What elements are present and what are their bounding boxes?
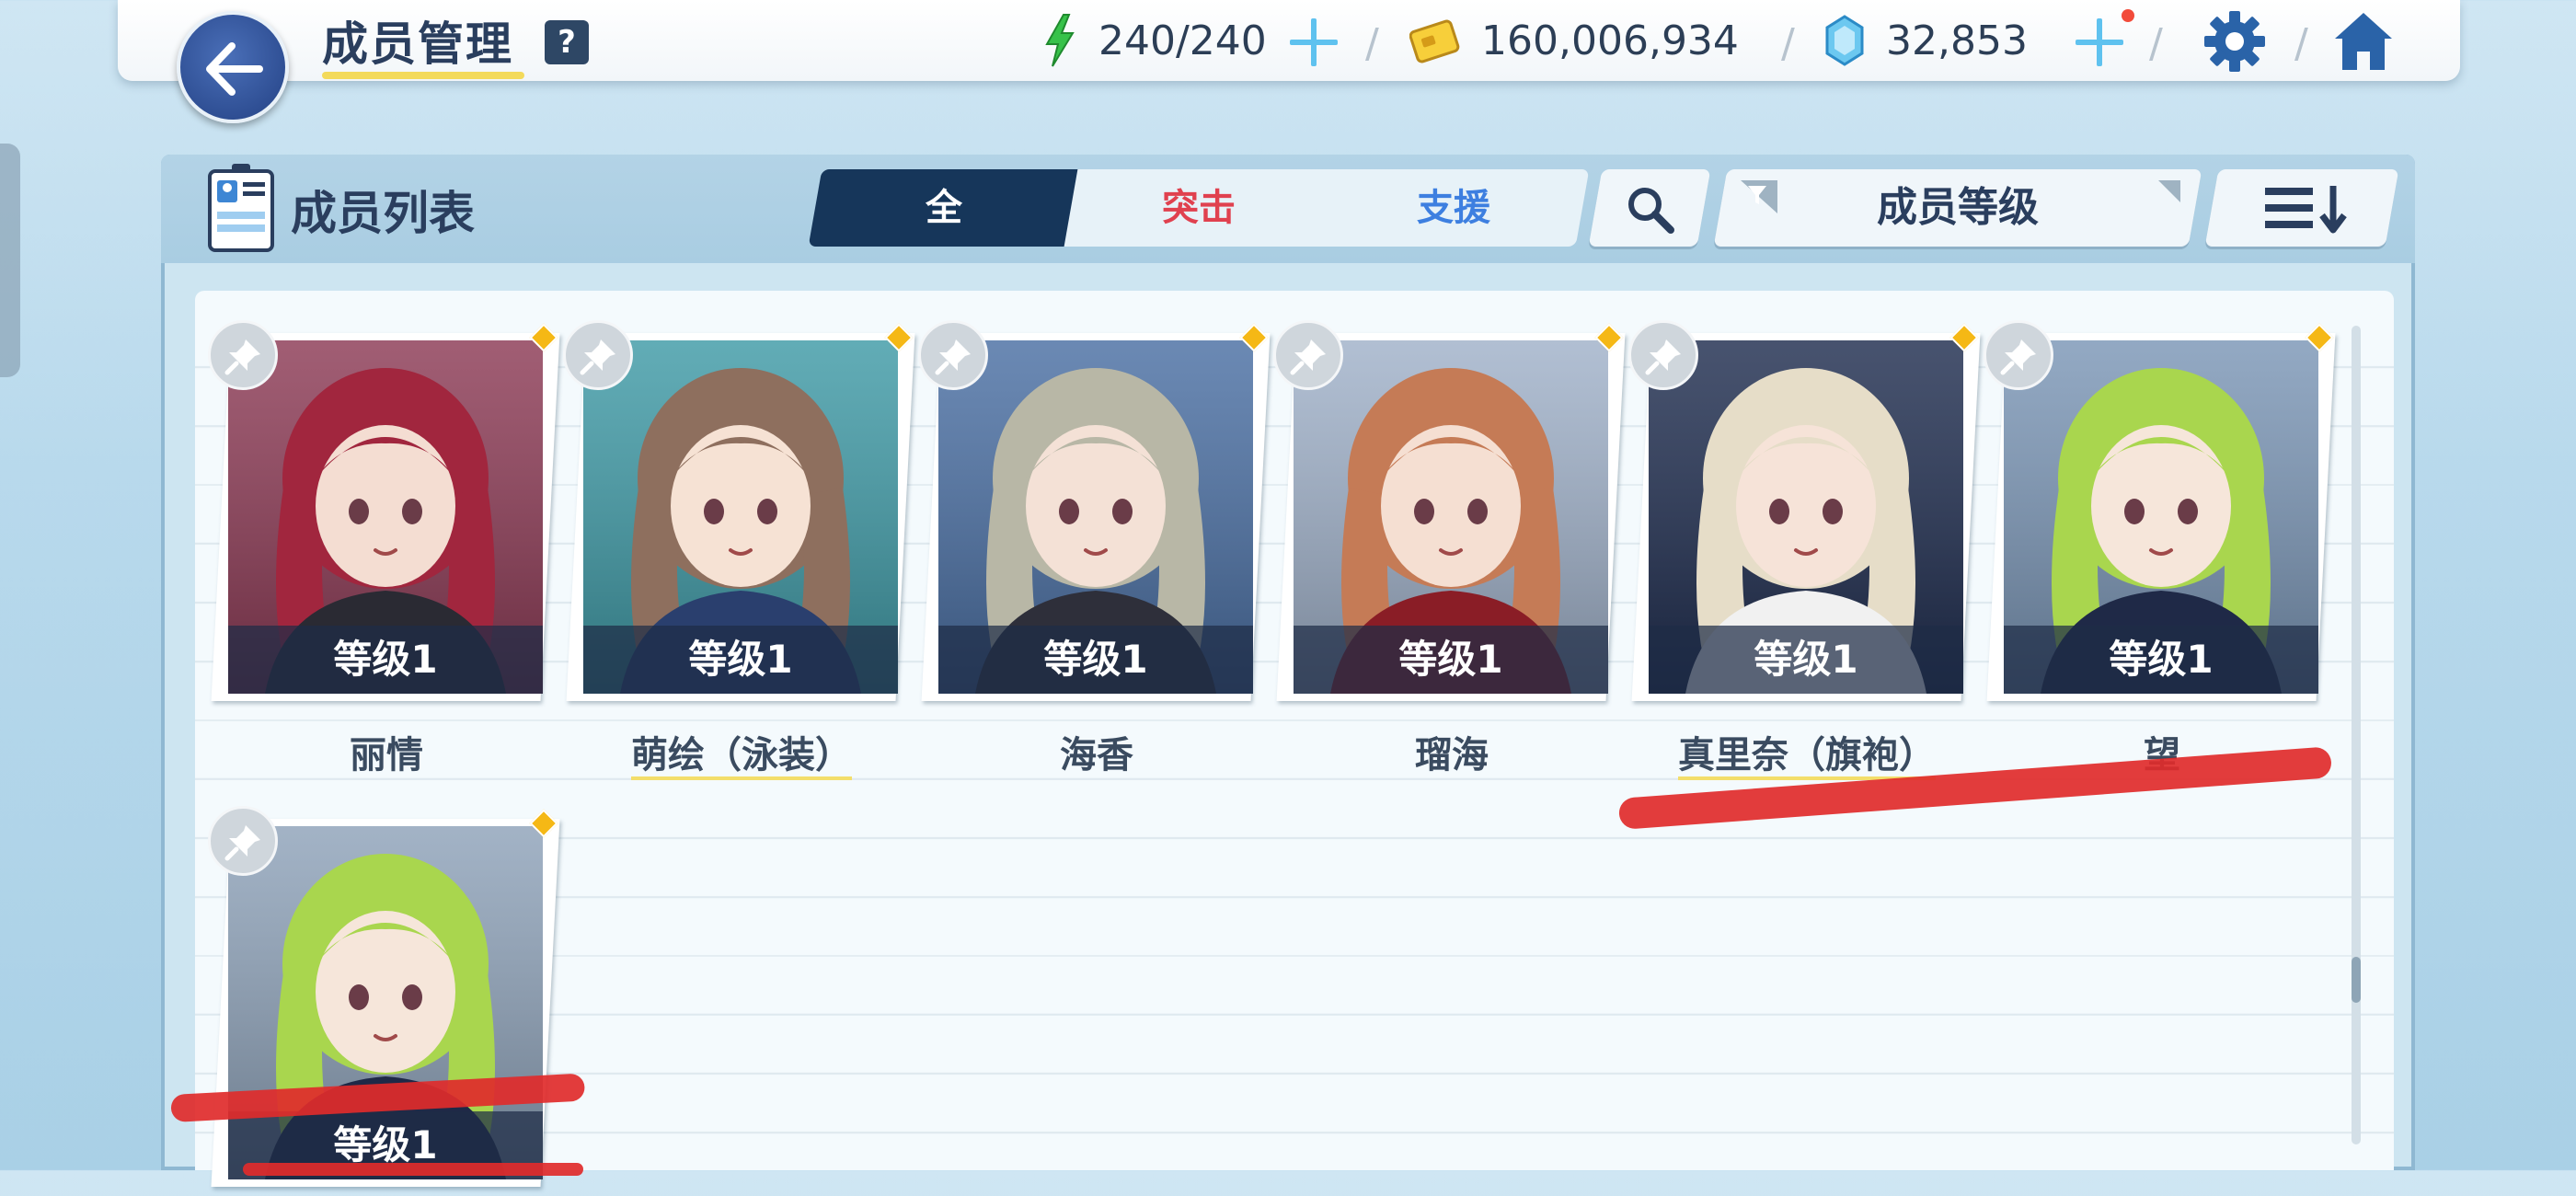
member-card[interactable]: 等级1 丽情 — [208, 320, 560, 776]
pin-icon — [2000, 339, 2036, 375]
filter-tab-label: 全 — [926, 187, 962, 229]
back-button[interactable] — [177, 11, 289, 123]
member-card[interactable]: 等级1 望 — [1984, 320, 2336, 776]
scrollbar-track[interactable] — [2352, 326, 2361, 1144]
stamina-value: 240/240 — [1098, 17, 1267, 64]
credits-value: 160,006,934 — [1481, 17, 1739, 64]
notification-dot — [2122, 9, 2134, 22]
pin-button[interactable] — [918, 320, 988, 390]
pin-button[interactable] — [1984, 320, 2053, 390]
sort-order-button[interactable] — [2204, 169, 2399, 247]
stamina-bolt-icon — [1045, 14, 1075, 67]
filter-tab-all[interactable]: 全 — [808, 169, 1080, 247]
member-card[interactable]: 等级1 真里奈（旗袍） — [1628, 320, 1981, 780]
separator: / — [1781, 20, 1795, 67]
sort-by-select[interactable]: 成员等级 — [1713, 169, 2202, 247]
red-annotation-stroke — [243, 1163, 583, 1176]
title-underline — [322, 72, 524, 79]
add-gems-button[interactable] — [2074, 17, 2125, 68]
pin-icon — [580, 339, 615, 375]
separator: / — [2294, 20, 2308, 67]
member-portrait: 等级1 — [583, 340, 898, 694]
pin-button[interactable] — [1628, 320, 1698, 390]
member-level: 等级1 — [228, 626, 543, 694]
pin-icon — [1645, 339, 1681, 375]
member-portrait: 等级1 — [1649, 340, 1963, 694]
arrow-left-icon — [206, 42, 263, 96]
panel-title: 成员列表 — [291, 187, 475, 240]
member-name-text: 丽情 — [350, 734, 423, 776]
separator: / — [1365, 20, 1379, 67]
member-name: 丽情 — [202, 725, 570, 778]
filter-tab-label: 突击 — [1161, 187, 1236, 229]
credit-card-icon — [1409, 19, 1460, 63]
separator: / — [2149, 20, 2163, 67]
pin-icon — [935, 339, 971, 375]
member-card[interactable]: 等级1 瑠海 — [1273, 320, 1626, 776]
member-level: 等级1 — [1649, 626, 1963, 694]
member-name: 萌绘（泳装） — [558, 725, 926, 780]
member-name: 海香 — [913, 725, 1281, 778]
filter-tab-special[interactable]: 支援 — [1317, 169, 1590, 247]
pin-icon — [1290, 339, 1326, 375]
member-card[interactable]: 等级1 — [208, 806, 560, 1196]
help-button[interactable]: ? — [545, 20, 589, 64]
pyroxene-gem-icon — [1825, 15, 1864, 66]
member-name: 真里奈（旗袍） — [1623, 725, 1991, 780]
add-stamina-button[interactable] — [1288, 17, 1340, 68]
scrollbar-thumb[interactable] — [2352, 957, 2361, 1003]
pin-icon — [224, 339, 260, 375]
roster-card-icon — [208, 164, 274, 252]
pin-button[interactable] — [208, 320, 278, 390]
member-level: 等级1 — [1294, 626, 1608, 694]
sort-descending-icon — [2265, 186, 2347, 234]
home-icon[interactable] — [2331, 9, 2396, 74]
settings-gear-icon[interactable] — [2202, 9, 2267, 74]
pin-button[interactable] — [1273, 320, 1343, 390]
member-level: 等级1 — [583, 626, 898, 694]
member-name-text: 萌绘（泳装） — [631, 734, 852, 780]
page-title: 成员管理 — [322, 17, 513, 71]
member-name: 瑠海 — [1268, 725, 1636, 778]
sort-label: 成员等级 — [1877, 184, 2039, 231]
member-card[interactable]: 等级1 海香 — [918, 320, 1271, 776]
member-level: 等级1 — [938, 626, 1253, 694]
pin-icon — [224, 825, 260, 861]
filter-tab-striker[interactable]: 突击 — [1064, 169, 1336, 247]
pin-button[interactable] — [563, 320, 633, 390]
side-drawer-handle[interactable] — [0, 144, 20, 377]
member-portrait: 等级1 — [228, 826, 543, 1179]
filter-tab-label: 支援 — [1417, 187, 1490, 229]
member-portrait: 等级1 — [1294, 340, 1608, 694]
member-portrait: 等级1 — [2004, 340, 2318, 694]
dropdown-corner-icon — [2158, 180, 2180, 202]
member-name-text: 海香 — [1060, 734, 1133, 776]
member-name-text: 真里奈（旗袍） — [1678, 734, 1936, 780]
pin-button[interactable] — [208, 806, 278, 876]
member-card[interactable]: 等级1 萌绘（泳装） — [563, 320, 915, 780]
member-level: 等级1 — [2004, 626, 2318, 694]
gems-value: 32,853 — [1886, 17, 2028, 64]
member-portrait: 等级1 — [938, 340, 1253, 694]
search-button[interactable] — [1588, 169, 1711, 247]
member-portrait: 等级1 — [228, 340, 543, 694]
search-icon — [1628, 188, 1674, 234]
member-name-text: 瑠海 — [1415, 734, 1489, 776]
